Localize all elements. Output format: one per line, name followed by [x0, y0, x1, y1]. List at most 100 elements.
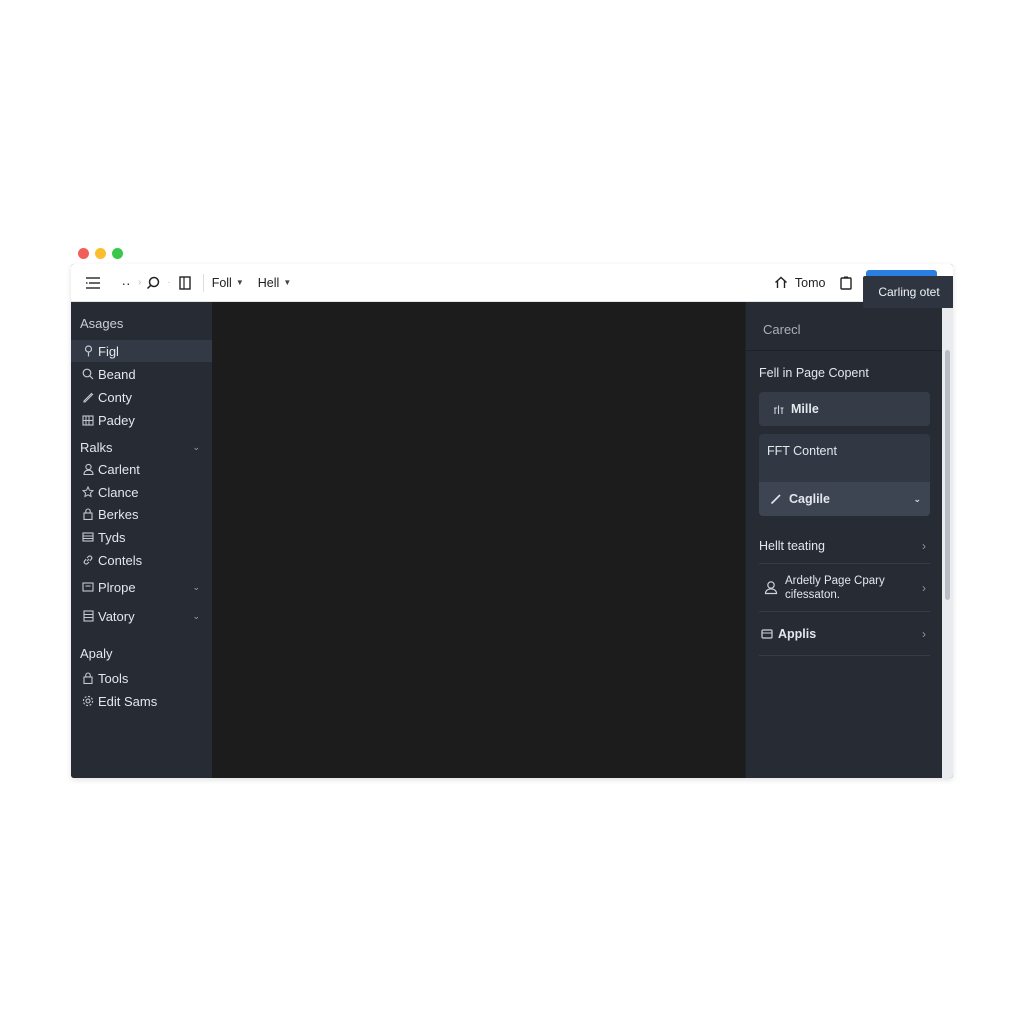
- sidebar-item-carlent[interactable]: Carlent: [71, 458, 212, 480]
- main-canvas[interactable]: [212, 302, 745, 778]
- panel-row-hellt-teating[interactable]: Hellt teating ›: [759, 528, 930, 564]
- sidebar: Asages Figl Beand Conty Padey Ralks ⌄ Ca…: [71, 302, 212, 778]
- style-select[interactable]: Caglile ⌄: [759, 482, 930, 516]
- sidebar-item-label: Berkes: [98, 506, 139, 522]
- sidebar-item-label: Padey: [98, 412, 135, 428]
- lock-icon: [81, 507, 95, 521]
- sidebar-item-label: Conty: [98, 389, 132, 405]
- menu-foll-label: Foll: [211, 275, 232, 290]
- caret-down-icon: ▼: [235, 278, 244, 287]
- sidebar-item-label: Tools: [98, 670, 129, 686]
- panel-row-applis[interactable]: Applis ›: [759, 612, 930, 656]
- sidebar-group-label: Ralks: [80, 439, 113, 455]
- search-icon[interactable]: [145, 276, 161, 290]
- sidebar-item-clance[interactable]: Clance: [71, 481, 212, 503]
- sidebar-group-vatory[interactable]: Vatory ⌄: [71, 605, 212, 627]
- list-icon: [81, 530, 95, 544]
- menu-icon[interactable]: [84, 276, 102, 289]
- panel-row-label: Applis: [778, 626, 817, 641]
- right-panel: Carecl Fell in Page Copent Mille FFT Con…: [745, 302, 943, 778]
- document-icon[interactable]: [177, 275, 193, 290]
- person-icon: [81, 462, 95, 476]
- cancel-button[interactable]: Carecl: [763, 322, 801, 337]
- divider: [746, 350, 943, 351]
- sidebar-item-figl[interactable]: Figl: [71, 340, 212, 362]
- sidebar-item-tyds[interactable]: Tyds: [71, 526, 212, 548]
- sidebar-item-label: Beand: [98, 366, 136, 382]
- chevron-right-icon: ›: [922, 626, 926, 641]
- sidebar-item-padey[interactable]: Padey: [71, 409, 212, 431]
- sidebar-section-header: Apaly: [80, 646, 113, 661]
- chevron-down-icon: ⌄: [913, 493, 921, 504]
- window-controls: [78, 248, 123, 259]
- sidebar-item-conty[interactable]: Conty: [71, 386, 212, 408]
- columns-icon: [770, 401, 786, 417]
- table-icon: [81, 609, 95, 623]
- panel-icon: [81, 580, 95, 594]
- link-icon: [81, 553, 95, 567]
- grid-icon: [81, 413, 95, 427]
- sidebar-item-tools[interactable]: Tools: [71, 667, 212, 689]
- chevron-down-icon: ⌄: [192, 581, 200, 592]
- menu-hell[interactable]: Hell ▼: [258, 276, 291, 290]
- toolbar-divider: [202, 273, 204, 292]
- panel-row-label: Hellt teating: [759, 538, 826, 553]
- scrollbar[interactable]: [942, 302, 953, 778]
- chevron-right-icon: ›: [922, 580, 926, 595]
- menu-hell-label: Hell: [257, 275, 280, 290]
- chevron-right-icon: ›: [922, 538, 926, 553]
- sidebar-item-beand[interactable]: Beand: [71, 363, 212, 385]
- style-select-value: Caglile: [789, 492, 830, 506]
- sidebar-item-label: Clance: [98, 484, 139, 500]
- sidebar-item-label: Edit Sams: [98, 693, 158, 709]
- panel-title: Fell in Page Copent: [759, 366, 869, 380]
- panel-row-line1: Ardetly Page Cpary: [785, 574, 885, 587]
- sidebar-item-label: Carlent: [98, 461, 140, 477]
- search-icon: [81, 367, 95, 381]
- sidebar-item-contels[interactable]: Contels: [71, 549, 212, 571]
- dot-separator: ·: [167, 277, 171, 288]
- option-card-mille[interactable]: Mille: [759, 392, 930, 426]
- maximize-window-button[interactable]: [112, 248, 123, 259]
- sidebar-item-label: Figl: [98, 343, 119, 359]
- caret-down-icon: ▼: [283, 278, 292, 287]
- sidebar-item-edit-sams[interactable]: Edit Sams: [71, 690, 212, 712]
- pin-icon: [81, 344, 95, 358]
- sidebar-group-ralks[interactable]: Ralks ⌄: [71, 436, 212, 458]
- sidebar-group-plrope[interactable]: Plrope ⌄: [71, 576, 212, 598]
- folder-icon: [759, 626, 775, 642]
- more-icon[interactable]: ··: [118, 275, 134, 291]
- tooltip: Carling otet: [863, 276, 953, 308]
- menu-foll[interactable]: Foll ▼: [212, 276, 244, 290]
- content-card: FFT Content Caglile ⌄: [759, 434, 930, 516]
- scrollbar-thumb[interactable]: [945, 350, 950, 600]
- sidebar-item-label: Tyds: [98, 529, 126, 545]
- sidebar-group-label: Plrope: [98, 579, 136, 595]
- app-window: ·· › · Foll ▼ Hell ▼ Tomo Asages Figl Be…: [71, 264, 953, 778]
- person-icon: [763, 580, 779, 596]
- minimize-window-button[interactable]: [95, 248, 106, 259]
- panel-row-line2: cifessaton.: [785, 588, 840, 601]
- option-card-label: Mille: [791, 402, 819, 416]
- sidebar-group-label: Vatory: [98, 608, 135, 624]
- chevron-right-icon: ›: [138, 277, 142, 288]
- pencil-icon: [768, 491, 784, 507]
- toolbar: ·· › · Foll ▼ Hell ▼ Tomo: [71, 264, 953, 302]
- content-card-label: FFT Content: [767, 444, 837, 458]
- lock-icon: [81, 671, 95, 685]
- sidebar-header: Asages: [80, 316, 124, 331]
- chevron-down-icon: ⌄: [192, 610, 200, 621]
- star-icon: [81, 485, 95, 499]
- gear-icon: [81, 694, 95, 708]
- panel-row-text: Ardetly Page Cpary cifessaton.: [785, 574, 885, 602]
- sidebar-item-label: Contels: [98, 552, 143, 568]
- home-icon: [774, 276, 788, 289]
- home-link[interactable]: Tomo: [774, 276, 826, 290]
- panel-row-ardetly[interactable]: Ardetly Page Cpary cifessaton. ›: [759, 564, 930, 612]
- pencil-icon: [81, 390, 95, 404]
- chevron-down-icon: ⌄: [192, 441, 200, 452]
- clipboard-icon[interactable]: [839, 276, 852, 290]
- sidebar-item-berkes[interactable]: Berkes: [71, 503, 212, 525]
- close-window-button[interactable]: [78, 248, 89, 259]
- home-label: Tomo: [794, 275, 826, 290]
